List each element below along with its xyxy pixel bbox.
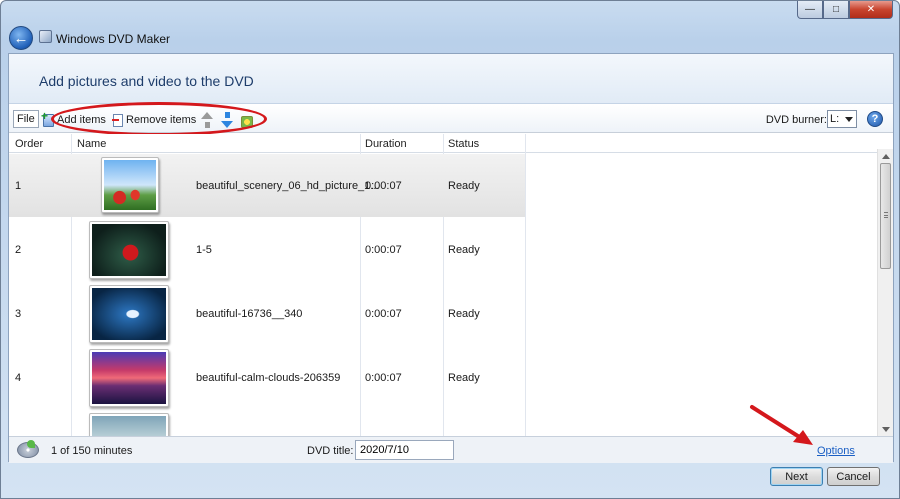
row-status: Ready [448, 180, 480, 192]
maximize-button[interactable]: □ [823, 1, 849, 19]
main-content: Add pictures and video to the DVD File A… [8, 53, 895, 463]
row-thumbnail [101, 157, 159, 213]
toolbar: File Add items Remove items [9, 105, 893, 133]
row-order: 2 [15, 244, 22, 256]
row-order: 1 [15, 180, 22, 192]
back-arrow-icon[interactable]: ← [9, 26, 33, 50]
column-duration[interactable]: Duration [365, 138, 407, 150]
row-thumbnail [89, 349, 169, 407]
row-thumbnail [89, 285, 169, 343]
dvd-maker-window: ← Windows DVD Maker — □ ✕ Add pictures a… [0, 0, 900, 499]
disc-usage-icon [17, 440, 39, 458]
column-divider [525, 134, 526, 436]
row-duration: 0:00:07 [365, 308, 402, 320]
remove-items-button[interactable]: Remove items [112, 111, 197, 129]
row-name: beautiful_scenery_06_hd_picture_1... [196, 180, 380, 192]
dvd-maker-app-icon [39, 30, 52, 43]
scrollbar-thumb[interactable] [880, 163, 891, 269]
remove-items-icon [112, 113, 123, 127]
dvd-title-input[interactable] [355, 440, 454, 460]
row-order: 3 [15, 308, 22, 320]
move-down-icon[interactable] [221, 112, 233, 130]
list-item[interactable]: 3 beautiful-16736__340 0:00:07 Ready [9, 282, 525, 345]
column-name[interactable]: Name [77, 138, 106, 150]
cancel-button[interactable]: Cancel [827, 467, 880, 486]
row-thumbnail [89, 413, 169, 436]
status-strip: 1 of 150 minutes DVD title: Options [9, 436, 893, 463]
row-name: 1-5 [196, 244, 212, 256]
list-item[interactable]: 2 1-5 0:00:07 Ready [9, 218, 525, 281]
column-order[interactable]: Order [15, 138, 43, 150]
chevron-down-icon [845, 117, 853, 122]
add-items-label: Add items [57, 114, 106, 126]
help-icon[interactable]: ? [867, 111, 883, 127]
options-link[interactable]: Options [817, 445, 855, 457]
row-status: Ready [448, 244, 480, 256]
row-duration: 0:00:07 [365, 372, 402, 384]
dvd-burner-select[interactable]: L: [827, 110, 857, 128]
add-items-button[interactable]: Add items [41, 109, 106, 129]
minutes-used: 1 of 150 minutes [51, 445, 133, 457]
close-button[interactable]: ✕ [849, 1, 893, 19]
row-duration: 0:00:07 [365, 244, 402, 256]
column-header: Order Name Duration Status [9, 134, 879, 153]
file-menu-button[interactable]: File [13, 110, 39, 128]
dvd-burner-value: L: [830, 113, 840, 125]
title-bar: ← Windows DVD Maker — □ ✕ [1, 1, 899, 53]
list-item[interactable]: 4 beautiful-calm-clouds-206359 0:00:07 R… [9, 346, 525, 409]
dvd-title-label: DVD title: [307, 445, 354, 457]
window-title: Windows DVD Maker [56, 32, 171, 46]
row-name: beautiful-16736__340 [196, 308, 303, 320]
media-list: Order Name Duration Status 1 beautiful_s… [9, 134, 895, 436]
page-title: Add pictures and video to the DVD [39, 73, 254, 89]
move-up-icon[interactable] [201, 112, 213, 130]
caption-buttons: — □ ✕ [797, 1, 893, 19]
list-item[interactable] [9, 410, 525, 436]
vertical-scrollbar[interactable] [877, 149, 893, 437]
row-status: Ready [448, 372, 480, 384]
scroll-up-icon[interactable] [882, 154, 890, 159]
row-duration: 0:00:07 [365, 180, 402, 192]
header-band: Add pictures and video to the DVD [9, 54, 893, 104]
list-item[interactable]: 1 beautiful_scenery_06_hd_picture_1... 0… [9, 154, 525, 217]
remove-items-label: Remove items [126, 114, 197, 126]
column-status[interactable]: Status [448, 138, 479, 150]
preview-icon[interactable] [241, 113, 253, 131]
minimize-button[interactable]: — [797, 1, 823, 19]
dvd-burner-label: DVD burner: [765, 114, 827, 126]
add-items-icon [41, 109, 54, 127]
row-name: beautiful-calm-clouds-206359 [196, 372, 341, 384]
scroll-down-icon[interactable] [882, 427, 890, 432]
row-status: Ready [448, 308, 480, 320]
row-thumbnail [89, 221, 169, 279]
row-order: 4 [15, 372, 22, 384]
next-button[interactable]: Next [770, 467, 823, 486]
